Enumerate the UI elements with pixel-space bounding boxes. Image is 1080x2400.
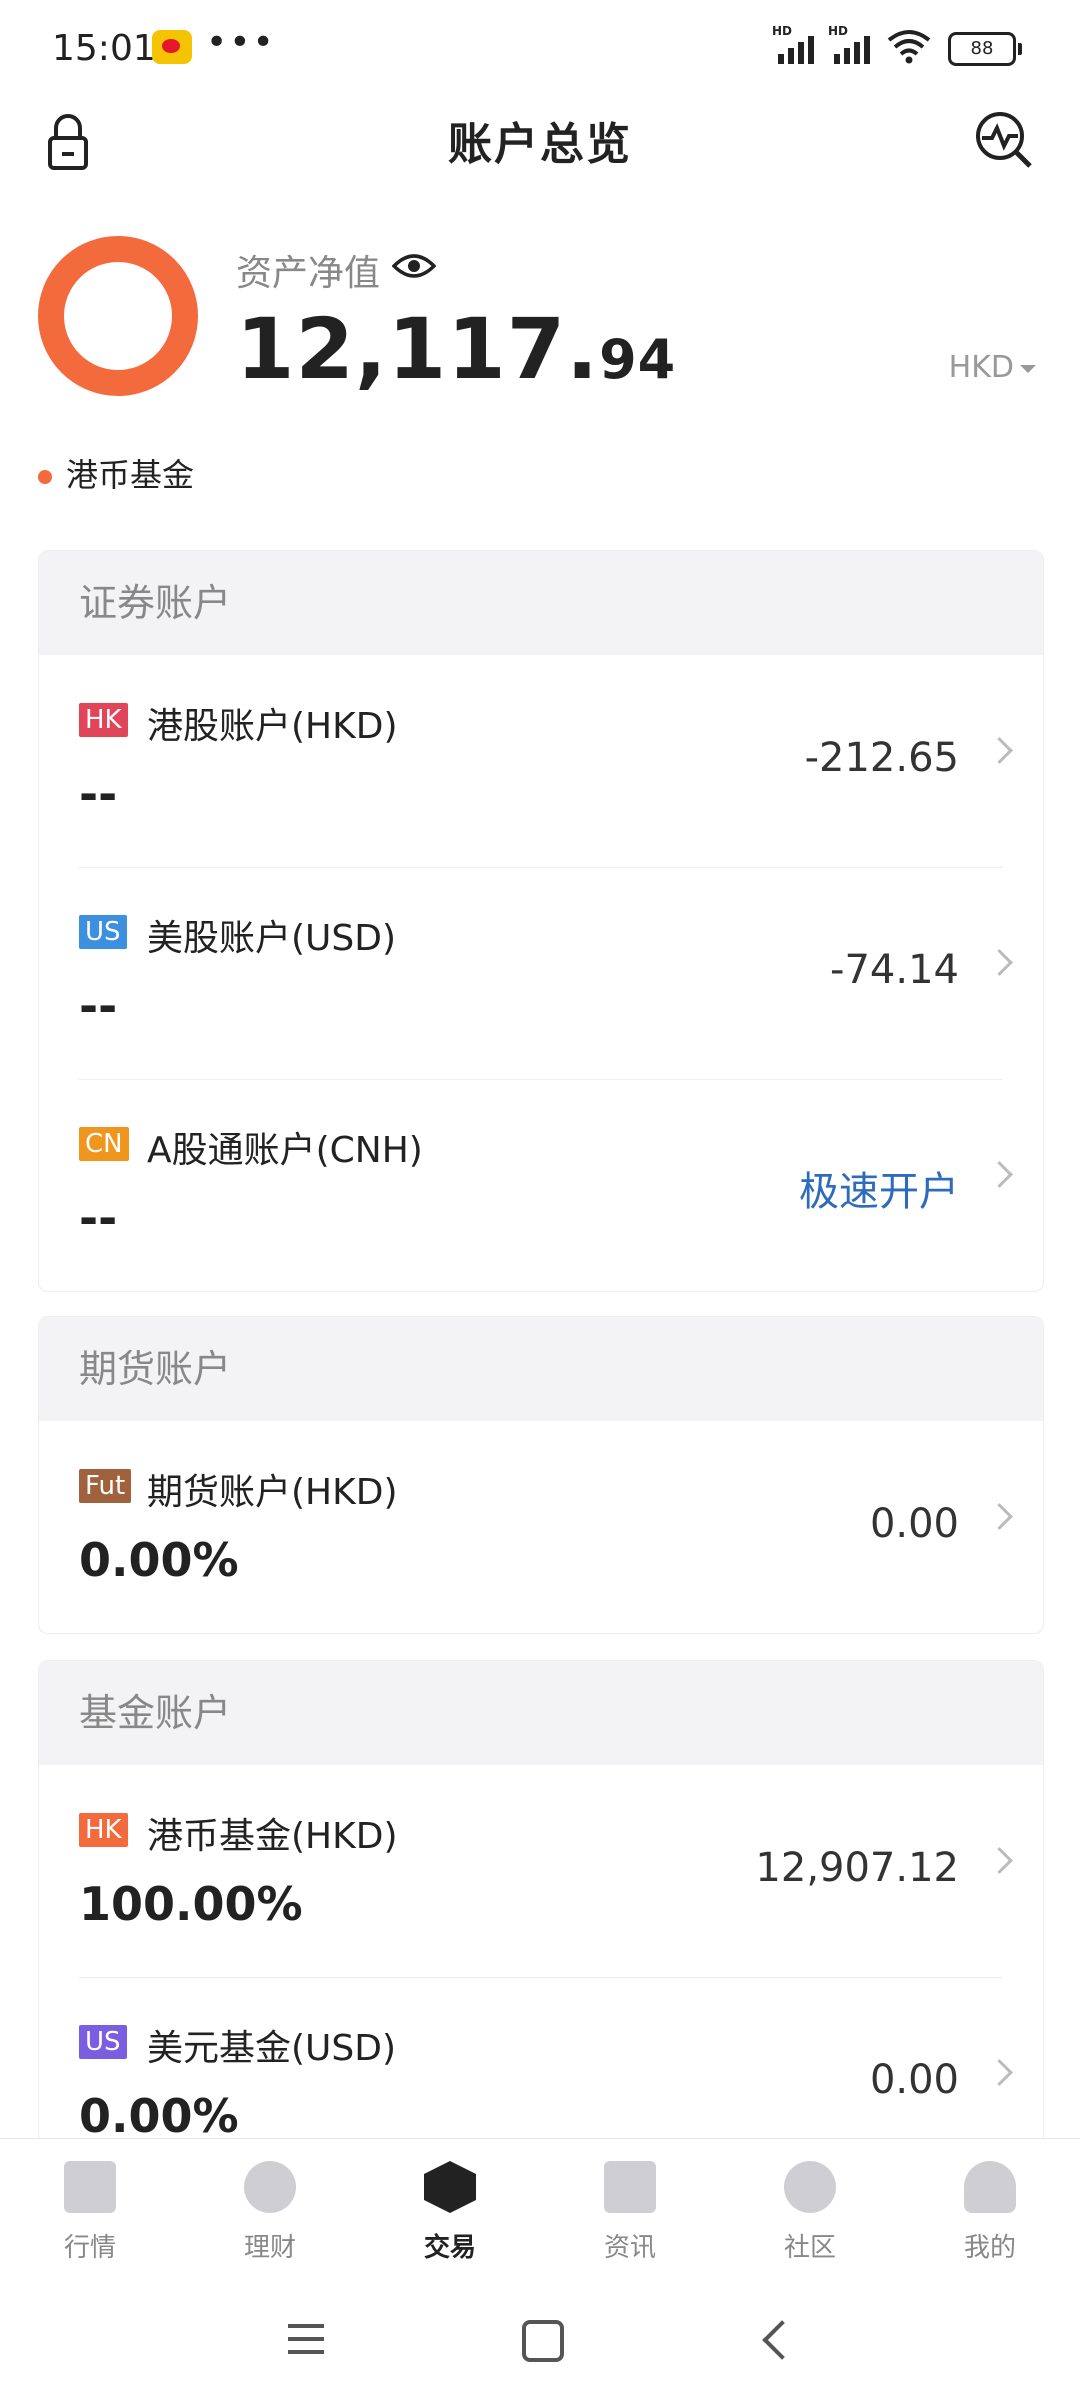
more-notifications-icon: ••• [206,22,276,63]
tab-label: 我的 [963,2233,1016,2263]
profile-icon [964,2161,1016,2213]
status-time: 15:01 [52,28,156,69]
chevron-right-icon [986,949,1013,976]
account-sub: 100.00% [79,1877,303,1931]
account-row-hkd-fund[interactable]: HK 港币基金(HKD) 100.00% 12,907.12 [39,1765,1043,1977]
market-tag: CN [79,1127,129,1161]
signal-icon: HD [772,24,818,64]
battery-icon: 88 [948,32,1022,66]
chevron-right-icon [986,737,1013,764]
account-name: 美元基金(USD) [147,2028,397,2069]
account-name: A股通账户(CNH) [147,1130,423,1171]
chart-bar-icon [64,2161,116,2213]
section-header: 证券账户 [39,551,1043,655]
system-navigation-bar [0,2278,1080,2400]
analysis-search-icon[interactable] [972,108,1036,172]
account-name: 港币基金(HKD) [147,1816,398,1857]
account-name: 期货账户(HKD) [147,1472,398,1513]
tab-label: 理财 [243,2233,296,2263]
tab-wealth[interactable]: 理财 [210,2161,330,2264]
section-header: 期货账户 [39,1317,1043,1421]
market-tag: US [79,915,127,949]
asset-donut-chart [38,236,198,396]
tab-trade[interactable]: 交易 [390,2161,510,2264]
news-icon [604,2161,656,2213]
futures-accounts-card: 期货账户 Fut 期货账户(HKD) 0.00% 0.00 [38,1316,1044,1634]
status-bar: 15:01 ••• HD HD 88 [0,0,1080,90]
account-row-a-share[interactable]: CN A股通账户(CNH) -- 极速开户 [39,1079,1043,1291]
tab-profile[interactable]: 我的 [930,2161,1050,2264]
chevron-right-icon [986,2059,1013,2086]
tab-news[interactable]: 资讯 [570,2161,690,2264]
account-row-usd-fund[interactable]: US 美元基金(USD) 0.00% 0.00 [39,1977,1043,2139]
eye-icon[interactable] [392,250,436,282]
market-tag: HK [79,1813,128,1847]
account-value: 12,907.12 [755,1845,959,1891]
account-sub: -- [79,767,118,821]
market-tag: Fut [79,1469,132,1503]
account-value: -74.14 [830,947,959,993]
account-row-us-stock[interactable]: US 美股账户(USD) -- -74.14 [39,867,1043,1079]
account-value: 0.00 [869,2057,959,2103]
chevron-right-icon [986,1847,1013,1874]
account-value: -212.65 [804,735,959,781]
signal-icon-2: HD [828,24,874,64]
account-sub: -- [79,1191,118,1245]
wifi-icon [887,30,931,64]
exchange-icon [424,2161,476,2213]
weibo-icon [152,30,192,64]
chart-legend: 港币基金 [38,450,194,496]
account-name: 美股账户(USD) [147,918,397,959]
account-sub: 0.00% [79,1533,239,1587]
home-button[interactable] [522,2320,564,2362]
app-header: 账户总览 [0,90,1080,190]
recent-apps-button[interactable] [288,2324,324,2354]
section-header: 基金账户 [39,1661,1043,1765]
account-sub: -- [79,979,118,1033]
community-icon [784,2161,836,2213]
account-name: 港股账户(HKD) [147,706,398,747]
tab-label: 社区 [783,2233,836,2263]
market-tag: US [79,2025,127,2059]
currency-selector[interactable]: HKD [949,350,1036,385]
tab-market[interactable]: 行情 [30,2161,150,2264]
tab-label: 资讯 [603,2233,656,2263]
chevron-right-icon [986,1161,1013,1188]
account-row-futures[interactable]: Fut 期货账户(HKD) 0.00% 0.00 [39,1421,1043,1633]
account-row-hk-stock[interactable]: HK 港股账户(HKD) -- -212.65 [39,655,1043,867]
diamond-icon [244,2161,296,2213]
quick-open-account-link[interactable]: 极速开户 [799,1159,959,1217]
account-value: 0.00 [869,1501,959,1547]
account-sub: 0.00% [79,2089,239,2139]
net-asset-value: 12,117.94 [236,300,677,398]
asset-summary: 资产净值 12,117.94 HKD 港币基金 [0,200,1080,500]
tab-label: 行情 [63,2233,116,2263]
page-title: 账户总览 [448,119,632,170]
tab-community[interactable]: 社区 [750,2161,870,2264]
chevron-right-icon [986,1503,1013,1530]
legend-dot [38,470,52,484]
market-tag: HK [79,703,128,737]
bottom-tab-bar: 行情 理财 交易 资讯 社区 我的 [0,2138,1080,2279]
net-asset-label: 资产净值 [236,253,381,294]
back-button[interactable] [762,2320,802,2360]
securities-accounts-card: 证券账户 HK 港股账户(HKD) -- -212.65 US 美股账户(USD… [38,550,1044,1292]
fund-accounts-card: 基金账户 HK 港币基金(HKD) 100.00% 12,907.12 US 美… [38,1660,1044,2139]
tab-label: 交易 [423,2233,476,2263]
